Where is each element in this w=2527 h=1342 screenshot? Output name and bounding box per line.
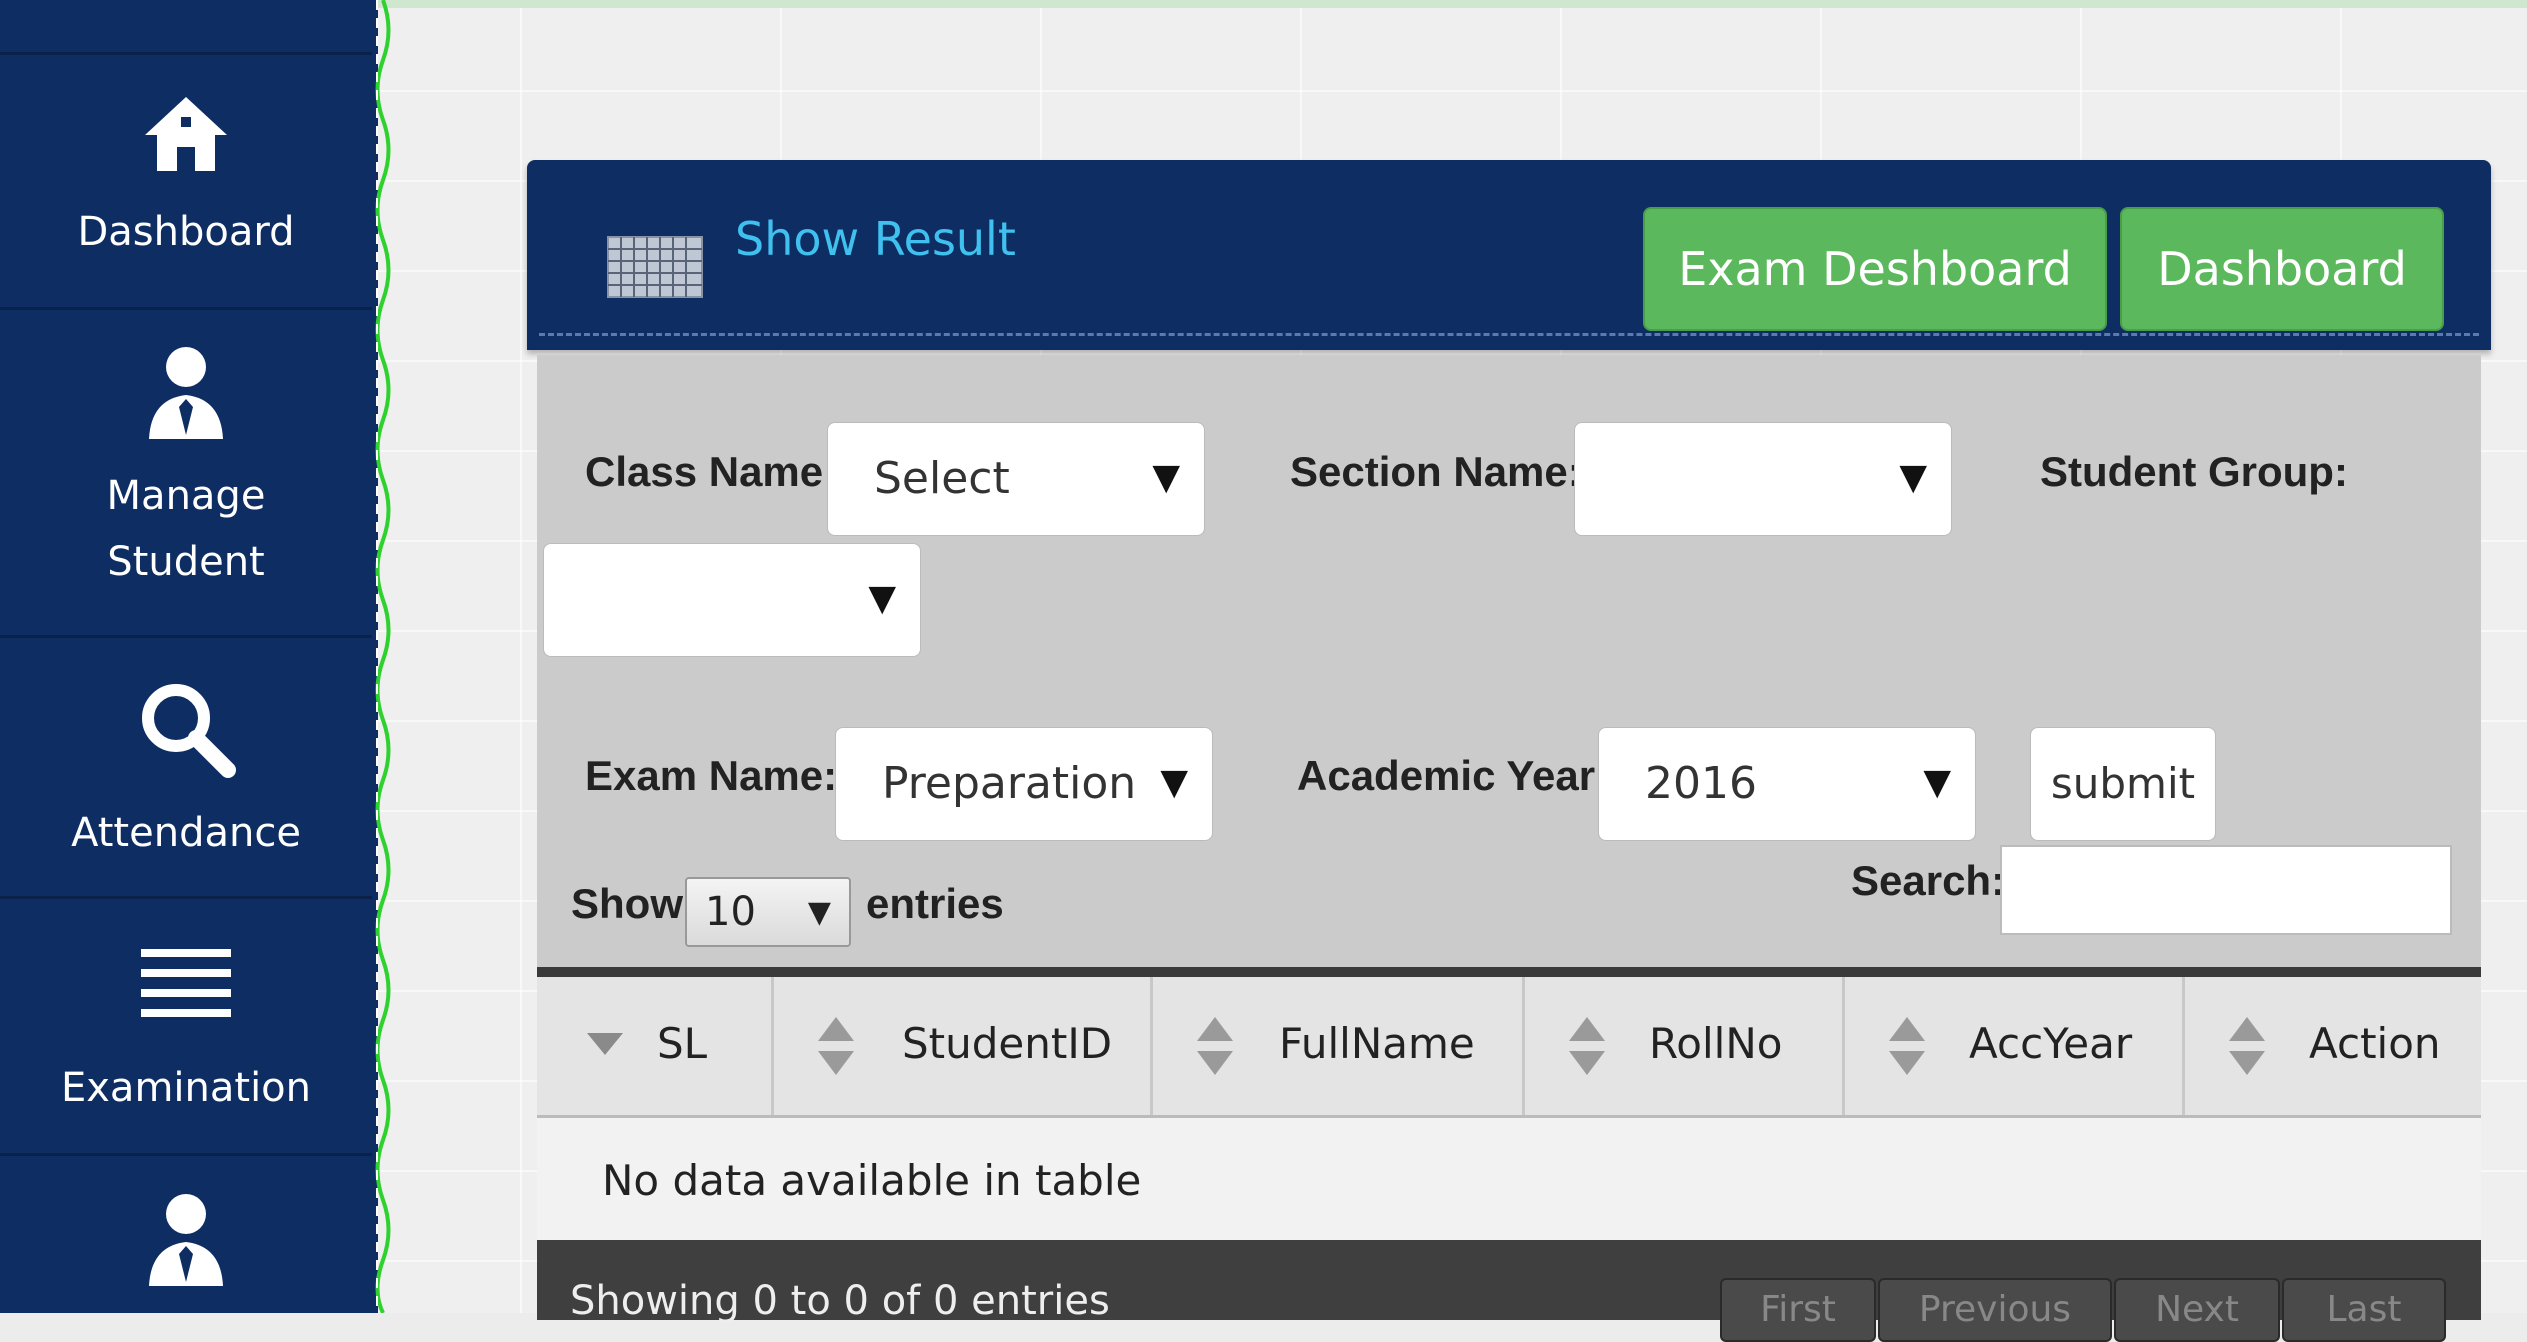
pager-first-button[interactable]: First [1720,1278,1876,1342]
entries-label: entries [866,880,1004,927]
column-header-label: StudentID [902,1019,1113,1068]
sidebar-item-manage-student[interactable]: Manage Student [0,307,372,638]
search-icon [142,684,236,778]
sort-both-icon [818,1017,854,1075]
show-label: Show [571,880,683,927]
chevron-down-icon: ▼ [1899,457,1927,498]
pager-previous-button[interactable]: Previous [1878,1278,2112,1342]
sidebar-item-label: Dashboard [77,209,295,255]
dashboard-button[interactable]: Dashboard [2120,207,2444,331]
academic-year-label: Academic Year: [1297,752,1610,799]
chevron-down-icon: ▼ [1160,762,1188,803]
class-name-select[interactable]: Select ▼ [827,422,1205,536]
student-group-label: Student Group: [2040,448,2348,495]
pager-next-button[interactable]: Next [2114,1278,2280,1342]
column-header-studentid[interactable]: StudentID [774,977,1153,1115]
academic-year-value: 2016 [1645,758,1757,809]
column-header-label: SL [657,1019,708,1068]
class-name-value: Select [874,453,1010,504]
column-header-label: FullName [1279,1019,1475,1068]
table-info: Showing 0 to 0 of 0 entries [570,1278,1110,1324]
academic-year-select[interactable]: 2016 ▼ [1598,727,1976,841]
column-header-label: Action [2309,1019,2441,1068]
column-header-fullname[interactable]: FullName [1153,977,1525,1115]
person-icon [149,347,223,439]
sort-both-icon [1889,1017,1925,1075]
sidebar-stitch [375,0,391,1313]
list-icon [141,949,231,1017]
section-name-label: Section Name: [1290,448,1582,495]
sort-both-icon [1569,1017,1605,1075]
sidebar-item-examination[interactable]: Examination [0,899,372,1156]
exam-name-label: Exam Name: [585,752,838,799]
sort-both-icon [1197,1017,1233,1075]
column-header-label: RollNo [1649,1019,1783,1068]
column-header-label: AccYear [1969,1019,2133,1068]
home-icon [145,97,227,171]
sidebar-item-label: Attendance [71,810,301,856]
sidebar-item-dashboard[interactable]: Dashboard [0,52,372,310]
column-header-action[interactable]: Action [2185,977,2481,1115]
person-icon [149,1194,223,1286]
class-name-label: Class Name: [585,448,838,495]
column-header-sl[interactable]: SL [537,977,774,1115]
chevron-down-icon: ▼ [1923,762,1951,803]
entries-select[interactable]: 10 ▼ [685,877,851,947]
table-header: SL StudentID FullName RollNo AccYear Act… [537,977,2481,1118]
table-row: No data available in table [537,1118,2481,1240]
search-input[interactable] [2000,845,2452,935]
table-top-border [537,967,2481,977]
submit-button[interactable]: submit [2030,727,2216,841]
entries-value: 10 [705,889,756,935]
sidebar-item-label: Student [107,539,265,585]
column-header-rollno[interactable]: RollNo [1525,977,1845,1115]
empty-table-message: No data available in table [602,1156,1142,1205]
exam-dashboard-button[interactable]: Exam Deshboard [1643,207,2107,331]
sort-desc-icon [587,1033,623,1055]
exam-name-select[interactable]: Preparation ▼ [835,727,1213,841]
chevron-down-icon: ▼ [868,578,896,619]
search-label: Search: [1851,857,2006,904]
exam-name-value: Preparation [882,758,1137,809]
section-name-select[interactable]: ▼ [1574,422,1952,536]
sort-both-icon [2229,1017,2265,1075]
calendar-grid-icon [607,236,703,298]
pager-last-button[interactable]: Last [2282,1278,2446,1342]
sidebar-item-staff[interactable] [0,1156,372,1326]
sidebar-item-label: Manage [106,473,266,519]
header-divider [539,333,2479,336]
page-title[interactable]: Show Result [735,212,1016,266]
sidebar-item-label: Examination [60,1065,312,1111]
column-header-accyear[interactable]: AccYear [1845,977,2185,1115]
sidebar-item-attendance[interactable]: Attendance [0,638,372,899]
student-group-select[interactable]: ▼ [543,543,921,657]
chevron-down-icon: ▼ [1152,457,1180,498]
chevron-down-icon: ▼ [807,895,831,930]
